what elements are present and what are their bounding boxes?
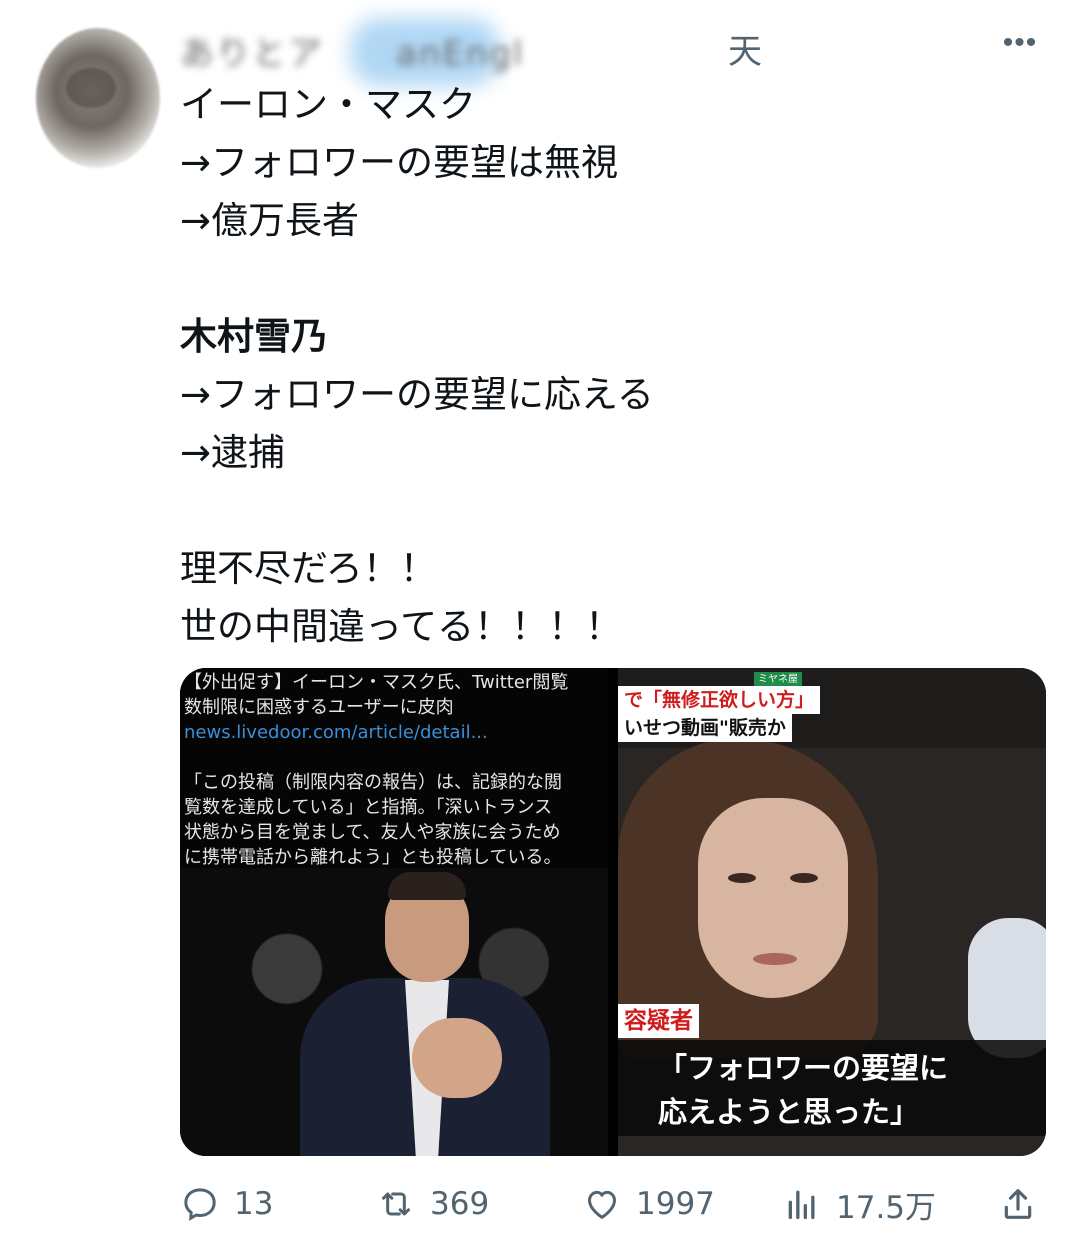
photo-figure [698,798,848,998]
broadcast-caption: 「フォロワーの要望に 応えようと思った」 [618,1040,1046,1136]
media-grid: 【外出促す】イーロン・マスク氏、Twitter閲覧 数制限に困惑するユーザーに皮… [180,668,1046,1156]
heart-icon [588,1190,616,1219]
timestamp[interactable]: 天 [728,24,762,73]
news-headline: 【外出促す】イーロン・マスク氏、Twitter閲覧 [184,672,569,693]
news-quote: 「この投稿（制限内容の報告）は、記録的な閲 [184,772,562,793]
suspect-label: 容疑者 [618,1004,699,1038]
news-quote: 状態から目を覚まして、友人や家族に会うため [184,822,561,843]
retweet-button[interactable]: 369 [376,1176,489,1232]
share-icon [1004,1189,1032,1219]
broadcast-label: で「無修正欲しい方」 [618,686,821,714]
tweet: ありとア anEngl 天 ••• イーロン・マスク →フォロワーの要望は無視 … [0,0,1080,1246]
text-line: 世の中間違ってる！！！！ [180,605,623,648]
news-headline: 数制限に困惑するユーザーに皮肉 [184,697,454,718]
more-options-icon[interactable]: ••• [998,28,1042,58]
news-link: news.livedoor.com/article/detail... [184,722,488,743]
author-name-blurred[interactable]: ありとア anEngl [180,26,725,74]
text-line: →億万長者 [180,199,360,242]
media-image-broadcast[interactable]: ミヤネ屋 で「無修正欲しい方」 いせつ動画"販売か 容疑者 「フォロワーの要望に… [618,668,1046,1156]
avatar[interactable] [36,28,160,168]
views-button[interactable]: 17.5万 [782,1176,936,1232]
text-line: 理不尽だろ！！ [180,547,437,590]
like-count: 1997 [636,1186,715,1222]
retweet-count: 369 [430,1186,490,1222]
share-button[interactable] [998,1176,1038,1232]
action-bar: 13 369 1997 17.5万 [180,1176,1046,1232]
media-image-news[interactable]: 【外出促す】イーロン・マスク氏、Twitter閲覧 数制限に困惑するユーザーに皮… [180,668,608,1156]
retweet-icon [382,1192,410,1216]
text-line: →フォロワーの要望に応える [180,373,654,416]
text-line: →逮捕 [180,431,286,474]
tweet-header: ありとア anEngl 天 [180,18,762,86]
bar-chart-icon [788,1190,815,1219]
views-count: 17.5万 [836,1189,937,1226]
reply-icon [184,1188,216,1221]
reply-count: 13 [234,1186,274,1222]
news-quote: に携帯電話から離れよう」とも投稿している。 [184,847,562,868]
text-line: →フォロワーの要望は無視 [180,141,619,184]
tweet-text: イーロン・マスク →フォロワーの要望は無視 →億万長者 木村雪乃 →フォロワーの… [180,76,1040,656]
reply-button[interactable]: 13 [180,1176,273,1232]
text-line: イーロン・マスク [180,83,476,126]
broadcast-label: いせつ動画"販売か [618,714,792,742]
like-button[interactable]: 1997 [582,1176,715,1232]
news-quote: 覧数を達成している」と指摘。「深いトランス [184,797,553,818]
text-line: 木村雪乃 [180,315,328,358]
